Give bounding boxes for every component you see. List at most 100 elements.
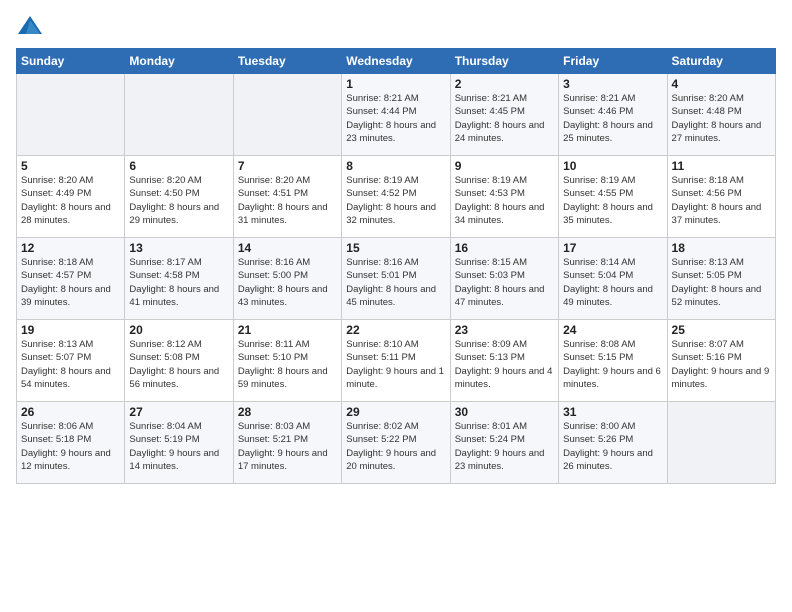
day-number: 15	[346, 241, 445, 255]
calendar-cell: 23Sunrise: 8:09 AMSunset: 5:13 PMDayligh…	[450, 320, 558, 402]
calendar-cell: 10Sunrise: 8:19 AMSunset: 4:55 PMDayligh…	[559, 156, 667, 238]
day-info: Sunrise: 8:09 AMSunset: 5:13 PMDaylight:…	[455, 338, 554, 391]
day-info: Sunrise: 8:01 AMSunset: 5:24 PMDaylight:…	[455, 420, 554, 473]
week-row-2: 12Sunrise: 8:18 AMSunset: 4:57 PMDayligh…	[17, 238, 776, 320]
day-number: 21	[238, 323, 337, 337]
day-number: 22	[346, 323, 445, 337]
day-number: 1	[346, 77, 445, 91]
calendar-cell: 31Sunrise: 8:00 AMSunset: 5:26 PMDayligh…	[559, 402, 667, 484]
day-number: 20	[129, 323, 228, 337]
calendar-cell: 15Sunrise: 8:16 AMSunset: 5:01 PMDayligh…	[342, 238, 450, 320]
calendar-cell: 13Sunrise: 8:17 AMSunset: 4:58 PMDayligh…	[125, 238, 233, 320]
calendar-cell: 29Sunrise: 8:02 AMSunset: 5:22 PMDayligh…	[342, 402, 450, 484]
day-info: Sunrise: 8:00 AMSunset: 5:26 PMDaylight:…	[563, 420, 662, 473]
day-number: 26	[21, 405, 120, 419]
calendar-cell	[233, 74, 341, 156]
weekday-header-tuesday: Tuesday	[233, 49, 341, 74]
calendar-cell: 12Sunrise: 8:18 AMSunset: 4:57 PMDayligh…	[17, 238, 125, 320]
day-number: 28	[238, 405, 337, 419]
calendar-cell: 24Sunrise: 8:08 AMSunset: 5:15 PMDayligh…	[559, 320, 667, 402]
calendar-cell: 28Sunrise: 8:03 AMSunset: 5:21 PMDayligh…	[233, 402, 341, 484]
day-info: Sunrise: 8:06 AMSunset: 5:18 PMDaylight:…	[21, 420, 120, 473]
day-number: 17	[563, 241, 662, 255]
day-number: 30	[455, 405, 554, 419]
day-number: 25	[672, 323, 771, 337]
day-number: 27	[129, 405, 228, 419]
day-number: 14	[238, 241, 337, 255]
calendar-cell: 22Sunrise: 8:10 AMSunset: 5:11 PMDayligh…	[342, 320, 450, 402]
calendar-cell: 21Sunrise: 8:11 AMSunset: 5:10 PMDayligh…	[233, 320, 341, 402]
day-info: Sunrise: 8:19 AMSunset: 4:55 PMDaylight:…	[563, 174, 662, 227]
day-info: Sunrise: 8:15 AMSunset: 5:03 PMDaylight:…	[455, 256, 554, 309]
calendar-cell: 19Sunrise: 8:13 AMSunset: 5:07 PMDayligh…	[17, 320, 125, 402]
weekday-header-saturday: Saturday	[667, 49, 775, 74]
calendar-cell: 2Sunrise: 8:21 AMSunset: 4:45 PMDaylight…	[450, 74, 558, 156]
day-info: Sunrise: 8:04 AMSunset: 5:19 PMDaylight:…	[129, 420, 228, 473]
calendar-cell: 18Sunrise: 8:13 AMSunset: 5:05 PMDayligh…	[667, 238, 775, 320]
calendar-cell: 25Sunrise: 8:07 AMSunset: 5:16 PMDayligh…	[667, 320, 775, 402]
day-info: Sunrise: 8:11 AMSunset: 5:10 PMDaylight:…	[238, 338, 337, 391]
calendar-cell: 4Sunrise: 8:20 AMSunset: 4:48 PMDaylight…	[667, 74, 775, 156]
day-number: 24	[563, 323, 662, 337]
calendar-cell: 8Sunrise: 8:19 AMSunset: 4:52 PMDaylight…	[342, 156, 450, 238]
day-info: Sunrise: 8:21 AMSunset: 4:45 PMDaylight:…	[455, 92, 554, 145]
calendar-cell: 17Sunrise: 8:14 AMSunset: 5:04 PMDayligh…	[559, 238, 667, 320]
calendar-cell: 11Sunrise: 8:18 AMSunset: 4:56 PMDayligh…	[667, 156, 775, 238]
day-number: 31	[563, 405, 662, 419]
day-info: Sunrise: 8:19 AMSunset: 4:53 PMDaylight:…	[455, 174, 554, 227]
day-number: 29	[346, 405, 445, 419]
header	[16, 12, 776, 40]
calendar-cell: 1Sunrise: 8:21 AMSunset: 4:44 PMDaylight…	[342, 74, 450, 156]
day-info: Sunrise: 8:18 AMSunset: 4:57 PMDaylight:…	[21, 256, 120, 309]
weekday-header-sunday: Sunday	[17, 49, 125, 74]
day-info: Sunrise: 8:17 AMSunset: 4:58 PMDaylight:…	[129, 256, 228, 309]
calendar-cell: 6Sunrise: 8:20 AMSunset: 4:50 PMDaylight…	[125, 156, 233, 238]
day-number: 8	[346, 159, 445, 173]
day-number: 5	[21, 159, 120, 173]
calendar-cell	[667, 402, 775, 484]
day-number: 16	[455, 241, 554, 255]
day-info: Sunrise: 8:20 AMSunset: 4:51 PMDaylight:…	[238, 174, 337, 227]
week-row-3: 19Sunrise: 8:13 AMSunset: 5:07 PMDayligh…	[17, 320, 776, 402]
day-info: Sunrise: 8:19 AMSunset: 4:52 PMDaylight:…	[346, 174, 445, 227]
day-info: Sunrise: 8:20 AMSunset: 4:50 PMDaylight:…	[129, 174, 228, 227]
calendar-table: SundayMondayTuesdayWednesdayThursdayFrid…	[16, 48, 776, 484]
calendar-cell: 27Sunrise: 8:04 AMSunset: 5:19 PMDayligh…	[125, 402, 233, 484]
day-number: 3	[563, 77, 662, 91]
calendar-cell	[125, 74, 233, 156]
day-number: 11	[672, 159, 771, 173]
weekday-header-row: SundayMondayTuesdayWednesdayThursdayFrid…	[17, 49, 776, 74]
day-info: Sunrise: 8:13 AMSunset: 5:07 PMDaylight:…	[21, 338, 120, 391]
calendar-cell: 20Sunrise: 8:12 AMSunset: 5:08 PMDayligh…	[125, 320, 233, 402]
calendar-cell: 16Sunrise: 8:15 AMSunset: 5:03 PMDayligh…	[450, 238, 558, 320]
day-number: 23	[455, 323, 554, 337]
day-number: 4	[672, 77, 771, 91]
day-number: 6	[129, 159, 228, 173]
day-info: Sunrise: 8:02 AMSunset: 5:22 PMDaylight:…	[346, 420, 445, 473]
day-info: Sunrise: 8:07 AMSunset: 5:16 PMDaylight:…	[672, 338, 771, 391]
calendar-cell: 14Sunrise: 8:16 AMSunset: 5:00 PMDayligh…	[233, 238, 341, 320]
weekday-header-friday: Friday	[559, 49, 667, 74]
day-number: 12	[21, 241, 120, 255]
calendar-cell: 30Sunrise: 8:01 AMSunset: 5:24 PMDayligh…	[450, 402, 558, 484]
logo-icon	[16, 12, 44, 40]
week-row-1: 5Sunrise: 8:20 AMSunset: 4:49 PMDaylight…	[17, 156, 776, 238]
day-info: Sunrise: 8:21 AMSunset: 4:44 PMDaylight:…	[346, 92, 445, 145]
day-number: 2	[455, 77, 554, 91]
calendar-cell: 5Sunrise: 8:20 AMSunset: 4:49 PMDaylight…	[17, 156, 125, 238]
page-container: SundayMondayTuesdayWednesdayThursdayFrid…	[0, 0, 792, 492]
day-info: Sunrise: 8:03 AMSunset: 5:21 PMDaylight:…	[238, 420, 337, 473]
day-info: Sunrise: 8:12 AMSunset: 5:08 PMDaylight:…	[129, 338, 228, 391]
weekday-header-wednesday: Wednesday	[342, 49, 450, 74]
day-info: Sunrise: 8:13 AMSunset: 5:05 PMDaylight:…	[672, 256, 771, 309]
day-info: Sunrise: 8:20 AMSunset: 4:48 PMDaylight:…	[672, 92, 771, 145]
day-info: Sunrise: 8:20 AMSunset: 4:49 PMDaylight:…	[21, 174, 120, 227]
day-number: 10	[563, 159, 662, 173]
logo	[16, 12, 48, 40]
day-number: 18	[672, 241, 771, 255]
weekday-header-monday: Monday	[125, 49, 233, 74]
week-row-0: 1Sunrise: 8:21 AMSunset: 4:44 PMDaylight…	[17, 74, 776, 156]
day-info: Sunrise: 8:16 AMSunset: 5:00 PMDaylight:…	[238, 256, 337, 309]
day-number: 7	[238, 159, 337, 173]
weekday-header-thursday: Thursday	[450, 49, 558, 74]
